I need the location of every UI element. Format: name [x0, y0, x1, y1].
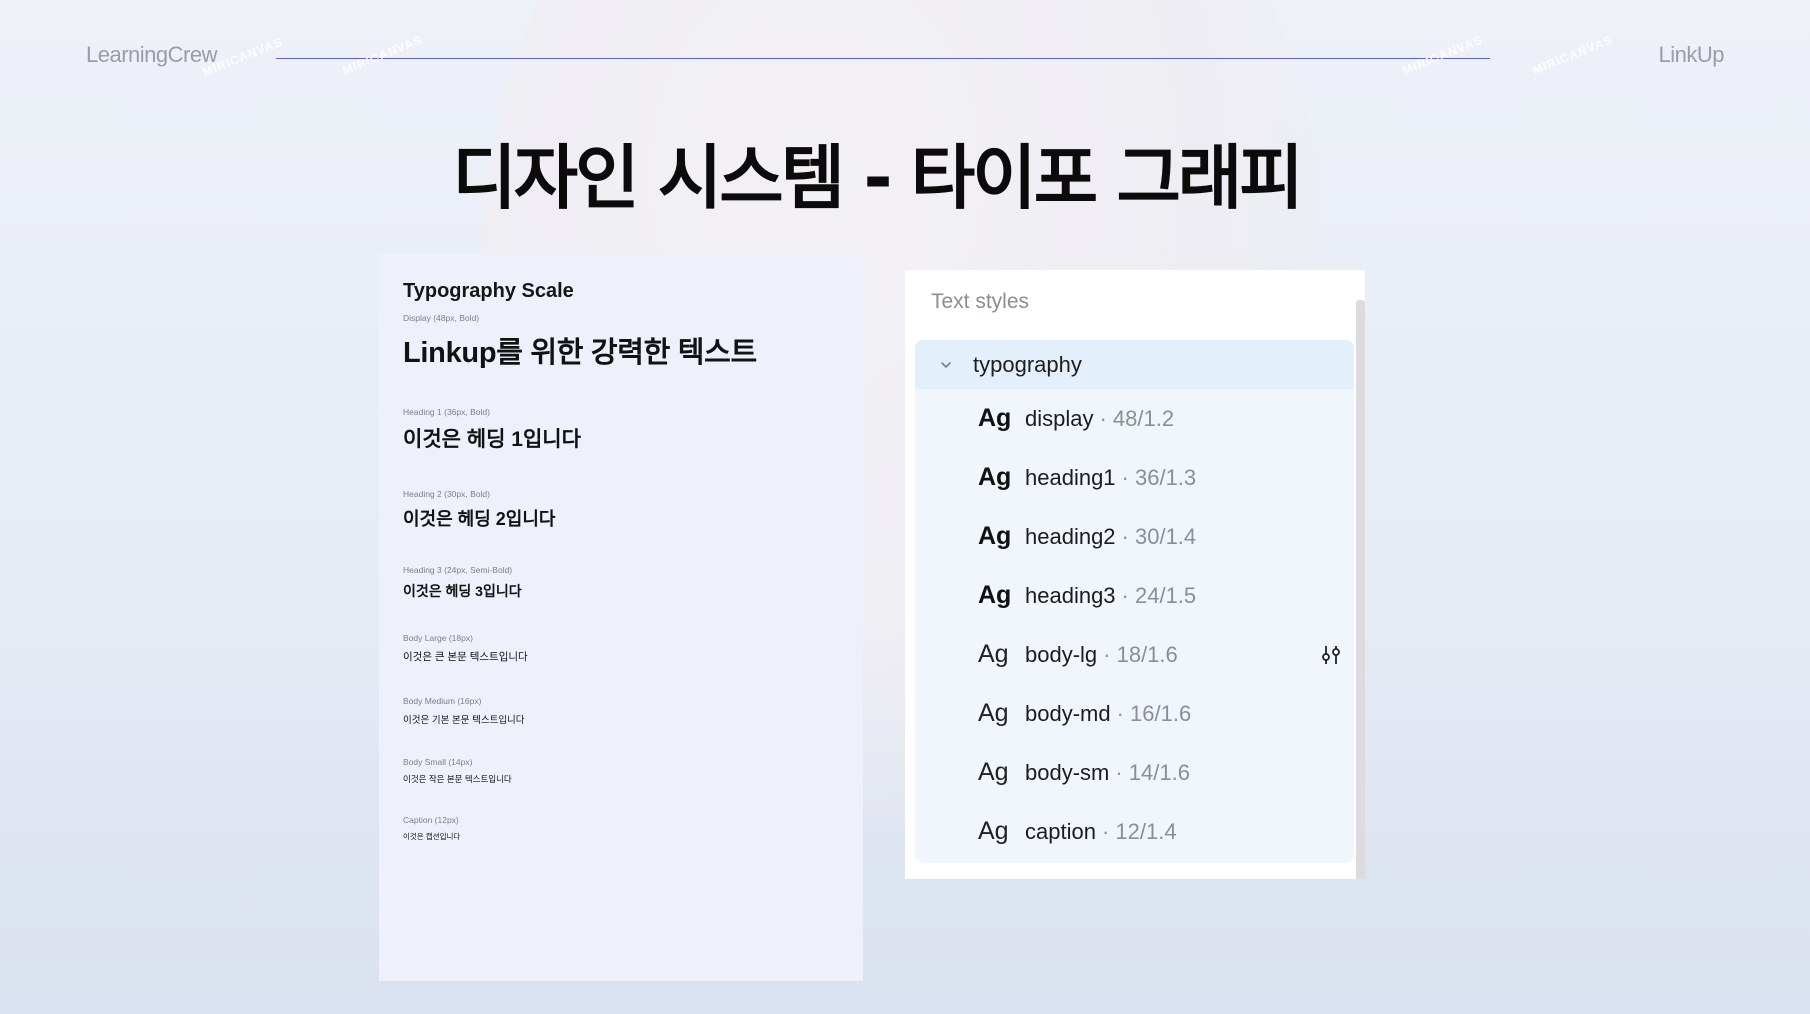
style-meta: · 36/1.3 — [1121, 464, 1197, 490]
group-header-typography[interactable]: typography — [915, 340, 1354, 389]
style-name: body-lg — [1025, 641, 1098, 667]
scale-label-body-medium: Body Medium (16px) — [403, 696, 482, 706]
style-preview-glyph: Ag — [978, 758, 1009, 786]
style-meta: · 24/1.5 — [1121, 582, 1197, 608]
brand-logo-right: LinkUp — [1658, 42, 1725, 67]
text-styles-panel: Text styles typography Ag display · 48/1… — [905, 270, 1365, 879]
style-name: heading2 — [1025, 523, 1116, 549]
scale-label-caption: Caption (12px) — [403, 815, 459, 825]
style-name: display — [1025, 405, 1094, 431]
scale-label-display: Display (48px, Bold) — [403, 313, 480, 323]
style-name: heading3 — [1025, 582, 1116, 608]
style-preview-glyph: Ag — [978, 463, 1012, 491]
style-preview-glyph: Ag — [978, 404, 1012, 432]
watermark: MIRICANVAS — [340, 32, 425, 78]
style-name: heading1 — [1025, 464, 1116, 490]
page-title: 디자인 시스템 - 타이포 그래피 — [452, 137, 1303, 219]
scale-label-heading2: Heading 2 (30px, Bold) — [403, 489, 490, 499]
header-divider — [276, 58, 1490, 59]
adjust-style-icon[interactable] — [1318, 642, 1344, 668]
style-preview-glyph: Ag — [978, 522, 1012, 550]
style-preview-glyph: Ag — [978, 699, 1009, 727]
scale-sample-heading3: 이것은 헤딩 3입니다 — [403, 583, 522, 599]
panel-scrollbar[interactable] — [1356, 300, 1365, 879]
scale-label-body-small: Body Small (14px) — [403, 757, 473, 767]
scale-label-heading3: Heading 3 (24px, Semi-Bold) — [403, 565, 513, 575]
text-style-heading3[interactable]: Ag heading3 · 24/1.5 — [915, 566, 1354, 625]
text-style-heading1[interactable]: Ag heading1 · 36/1.3 — [915, 448, 1354, 507]
scale-sample-display: Linkup를 위한 강력한 텍스트 — [403, 337, 757, 369]
style-preview-glyph: Ag — [978, 581, 1012, 609]
scale-sample-caption: 이것은 캡션입니다 — [403, 832, 461, 841]
text-style-body-md[interactable]: Ag body-md · 16/1.6 — [915, 684, 1354, 743]
style-meta: · 18/1.6 — [1103, 641, 1178, 667]
scale-sample-heading1: 이것은 헤딩 1입니다 — [403, 428, 581, 451]
style-name: body-md — [1025, 700, 1111, 726]
style-preview-glyph: Ag — [978, 817, 1009, 845]
scale-label-heading1: Heading 1 (36px, Bold) — [403, 407, 490, 417]
group-name: typography — [973, 351, 1082, 377]
text-style-caption[interactable]: Ag caption · 12/1.4 — [915, 802, 1354, 861]
style-meta: · 14/1.6 — [1115, 759, 1190, 785]
scale-card-heading: Typography Scale — [403, 280, 574, 302]
style-meta: · 48/1.2 — [1099, 405, 1175, 431]
scale-label-body-large: Body Large (18px) — [403, 633, 473, 643]
brand-logo-left: LearningCrew — [86, 42, 217, 67]
text-style-heading2[interactable]: Ag heading2 · 30/1.4 — [915, 507, 1354, 566]
style-preview-glyph: Ag — [978, 640, 1009, 668]
typography-scale-card: Typography Scale Display (48px, Bold) Li… — [379, 254, 863, 981]
scale-sample-body-large: 이것은 큰 본문 텍스트입니다 — [403, 651, 528, 663]
style-group-typography: typography Ag display · 48/1.2 Ag headin… — [915, 340, 1354, 863]
watermark: MIRICANVAS — [1530, 32, 1615, 78]
style-name: caption — [1025, 818, 1096, 844]
style-meta: · 16/1.6 — [1116, 700, 1192, 726]
text-style-display[interactable]: Ag display · 48/1.2 — [915, 389, 1354, 448]
scale-sample-heading2: 이것은 헤딩 2입니다 — [403, 509, 556, 529]
chevron-down-icon[interactable] — [939, 358, 953, 372]
scale-sample-body-small: 이것은 작은 본문 텍스트입니다 — [403, 774, 512, 784]
text-style-body-sm[interactable]: Ag body-sm · 14/1.6 — [915, 743, 1354, 802]
text-style-body-lg[interactable]: Ag body-lg · 18/1.6 — [915, 625, 1354, 684]
style-meta: · 30/1.4 — [1121, 523, 1197, 549]
watermark: MIRICANVAS — [1400, 32, 1485, 78]
style-name: body-sm — [1025, 759, 1110, 785]
panel-title: Text styles — [931, 290, 1030, 313]
scale-sample-body-medium: 이것은 기본 본문 텍스트입니다 — [403, 715, 525, 726]
style-meta: · 12/1.4 — [1101, 818, 1177, 844]
